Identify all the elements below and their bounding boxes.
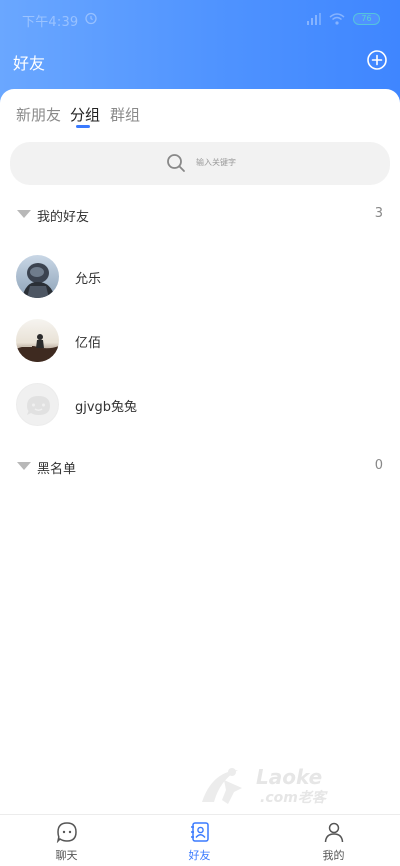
watermark-text-line1: Laoke (256, 765, 322, 789)
nav-label-chat: 聊天 (55, 849, 78, 862)
search-icon (167, 154, 185, 172)
chevron-down-icon (17, 210, 31, 218)
search-input[interactable]: 输入关键字 (10, 142, 390, 185)
avatar (16, 255, 59, 298)
content-card: 新朋友 分组 群组 输入关键字 我的好友 3 允乐 亿佰 gjvgb兔兔 黑名单… (0, 89, 400, 814)
friend-name: 允乐 (75, 272, 102, 287)
avatar (16, 319, 59, 362)
nav-item-chat[interactable]: 聊天 (0, 815, 133, 866)
status-time: 下午4:39 (22, 15, 79, 30)
wifi-icon (329, 13, 345, 25)
friend-name: 亿佰 (75, 336, 102, 351)
status-right-cluster: 76 (307, 12, 380, 26)
group-header-my-friends[interactable]: 我的好友 3 (0, 201, 400, 229)
status-bar: 下午4:39 76 (0, 0, 400, 38)
group-name: 黑名单 (37, 462, 77, 477)
group-count: 0 (374, 458, 383, 473)
nav-label-friends: 好友 (188, 849, 211, 862)
tab-groups[interactable]: 分组 (70, 104, 100, 125)
person-icon (324, 822, 343, 843)
alarm-icon (85, 12, 97, 25)
nav-item-me[interactable]: 我的 (267, 815, 400, 866)
default-avatar-icon (27, 396, 50, 415)
tab-new-friends[interactable]: 新朋友 (16, 104, 61, 125)
friend-name: gjvgb兔兔 (75, 400, 138, 415)
battery-indicator: 76 (353, 13, 380, 25)
plus-circle-icon[interactable] (366, 49, 388, 71)
tab-bar: 新朋友 分组 群组 (0, 89, 400, 139)
page-title: 好友 (13, 54, 46, 73)
nav-item-friends[interactable]: 好友 (133, 815, 266, 866)
friend-list-item[interactable]: 允乐 (0, 249, 400, 305)
bottom-nav: 聊天 好友 我的 (0, 814, 400, 866)
group-count: 3 (374, 206, 383, 221)
active-tab-indicator (76, 125, 90, 128)
friends-screen: 下午4:39 76 好友 新朋友 分组 群组 输入关键字 我的好友 3 允乐 亿… (0, 0, 400, 866)
friend-list-item[interactable]: gjvgb兔兔 (0, 377, 400, 433)
avatar (16, 383, 59, 426)
nav-label-me: 我的 (322, 849, 345, 862)
tab-group-chats[interactable]: 群组 (110, 104, 140, 125)
chevron-down-icon (17, 462, 31, 470)
watermark-text-line2: .com老客 (260, 789, 328, 806)
watermark-logo: Laoke .com老客 (198, 762, 358, 812)
friend-list-item[interactable]: 亿佰 (0, 313, 400, 369)
search-placeholder: 输入关键字 (196, 158, 236, 167)
contacts-icon (190, 822, 209, 842)
chat-icon (56, 822, 77, 843)
signal-icon (307, 13, 321, 25)
group-header-blacklist[interactable]: 黑名单 0 (0, 453, 400, 481)
group-name: 我的好友 (37, 210, 90, 225)
